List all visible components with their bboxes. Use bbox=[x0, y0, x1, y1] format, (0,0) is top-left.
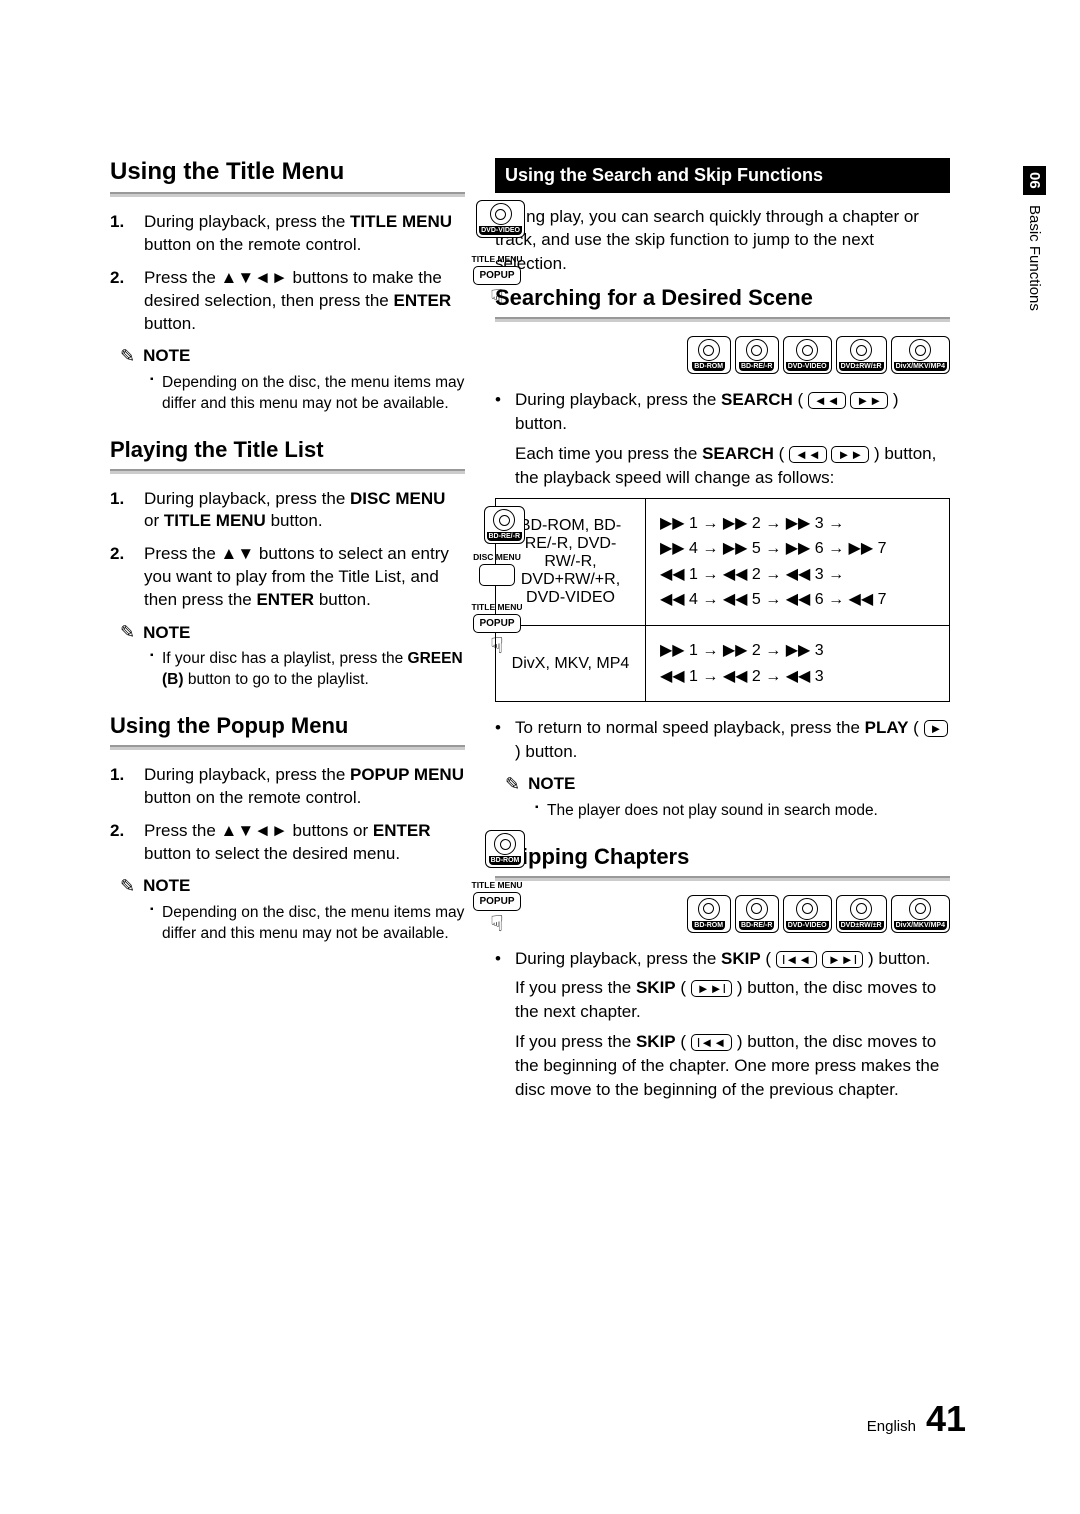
table-row: DivX, MKV, MP4 ▶▶ 1 → ▶▶ 2 → ▶▶ 3 ◀◀ 1 →… bbox=[496, 625, 950, 701]
icon-stack-titlemenu2: TITLE MENU POPUP ☟ bbox=[469, 602, 525, 657]
format-icon: BD-ROM bbox=[687, 895, 731, 933]
note-label: ✎NOTE bbox=[120, 876, 465, 897]
footer-lang: English bbox=[867, 1418, 916, 1435]
steps: 1.During playback, press the DISC MENU o… bbox=[110, 488, 465, 613]
label: TITLE MENU bbox=[472, 254, 523, 264]
disc-icon: BD-ROM bbox=[485, 830, 525, 868]
note-label: ✎NOTE bbox=[505, 774, 950, 795]
section-title-skip: Skipping Chapters bbox=[495, 844, 950, 870]
rule bbox=[495, 317, 950, 322]
icon-stack-dvd: DVD-VIDEO bbox=[476, 200, 525, 238]
rule bbox=[495, 876, 950, 881]
next-icon: ►►I bbox=[822, 951, 863, 968]
notes: If your disc has a playlist, press the G… bbox=[110, 649, 465, 691]
section-bar-search-skip: Using the Search and Skip Functions bbox=[495, 158, 950, 193]
side-tab: 06 Basic Functions bbox=[1023, 166, 1046, 311]
text: If you press the SKIP ( I◄◄ ) button, th… bbox=[515, 1030, 950, 1101]
icon-stack-titlemenu: TITLE MENU POPUP ☟ bbox=[469, 254, 525, 309]
chapter-label: Basic Functions bbox=[1026, 205, 1043, 311]
hand-icon: ☟ bbox=[490, 287, 503, 309]
steps: 1.During playback, press the POPUP MENU … bbox=[110, 764, 465, 866]
notes: Depending on the disc, the menu items ma… bbox=[110, 903, 465, 945]
play-icon: ► bbox=[924, 720, 949, 737]
rule bbox=[110, 745, 465, 750]
label: DISC MENU bbox=[473, 552, 521, 562]
prev-icon: I◄◄ bbox=[776, 951, 817, 968]
text: Each time you press the SEARCH ( ◄◄ ►► )… bbox=[515, 442, 950, 490]
note-item: The player does not play sound in search… bbox=[535, 801, 950, 822]
prev-icon: I◄◄ bbox=[691, 1034, 732, 1051]
cell-seq: ▶▶ 1 → ▶▶ 2 → ▶▶ 3 ◀◀ 1 → ◀◀ 2 → ◀◀ 3 bbox=[646, 625, 950, 701]
next-icon: ►►I bbox=[691, 980, 732, 997]
popup-button-icon: POPUP bbox=[473, 614, 520, 633]
rule bbox=[110, 469, 465, 474]
note-item: Depending on the disc, the menu items ma… bbox=[150, 903, 465, 945]
format-icon: DivX/MKV/MP4 bbox=[891, 895, 950, 933]
footer-page: 41 bbox=[926, 1398, 966, 1440]
bullet: • During playback, press the SKIP ( I◄◄ … bbox=[495, 947, 950, 971]
note-label: ✎NOTE bbox=[120, 622, 465, 643]
left-column: Using the Title Menu DVD-VIDEO TITLE MEN… bbox=[110, 158, 465, 1107]
step-text: Press the ▲▼◄► buttons to make the desir… bbox=[144, 267, 465, 336]
format-icon: BD-RE/-R bbox=[735, 895, 779, 933]
step-text: During playback, press the DISC MENU or … bbox=[144, 488, 465, 534]
bullet: • During playback, press the SEARCH ( ◄◄… bbox=[495, 388, 950, 436]
hand-icon: ☟ bbox=[490, 635, 503, 657]
step-text: During playback, press the POPUP MENU bu… bbox=[144, 764, 465, 810]
page-content: Using the Title Menu DVD-VIDEO TITLE MEN… bbox=[110, 158, 950, 1107]
format-icon: DVD±RW/±R bbox=[836, 895, 887, 933]
section-title-search: Searching for a Desired Scene bbox=[495, 285, 950, 311]
format-icon: DVD±RW/±R bbox=[836, 336, 887, 374]
disc-icon: DVD-VIDEO bbox=[476, 200, 525, 238]
icon-stack-bdre: BD-RE/-R bbox=[484, 506, 526, 544]
note-item: If your disc has a playlist, press the G… bbox=[150, 649, 465, 691]
icon-stack-bdrom: BD-ROM bbox=[485, 830, 525, 868]
text: If you press the SKIP ( ►►I ) button, th… bbox=[515, 976, 950, 1024]
chapter-chip: 06 bbox=[1023, 166, 1046, 195]
icon-stack-titlemenu3: TITLE MENU POPUP ☟ bbox=[469, 880, 525, 935]
rule bbox=[110, 192, 465, 197]
popup-button-icon: POPUP bbox=[473, 892, 520, 911]
label: TITLE MENU bbox=[472, 602, 523, 612]
section-title-title-menu: Using the Title Menu bbox=[110, 158, 465, 186]
popup-button-icon: POPUP bbox=[473, 266, 520, 285]
step-text: Press the ▲▼ buttons to select an entry … bbox=[144, 543, 465, 612]
step-text: During playback, press the TITLE MENU bu… bbox=[144, 211, 465, 257]
note-item: Depending on the disc, the menu items ma… bbox=[150, 373, 465, 415]
hand-icon: ☟ bbox=[490, 913, 503, 935]
section-title-title-list: Playing the Title List bbox=[110, 437, 465, 463]
label: TITLE MENU bbox=[472, 880, 523, 890]
fwd-icon: ►► bbox=[831, 446, 869, 463]
steps: 1.During playback, press the TITLE MENU … bbox=[110, 211, 465, 336]
page-footer: English 41 bbox=[867, 1398, 966, 1440]
format-icon: DVD-VIDEO bbox=[783, 336, 832, 374]
notes: The player does not play sound in search… bbox=[495, 801, 950, 822]
fwd-icon: ►► bbox=[850, 392, 888, 409]
intro-text: During play, you can search quickly thro… bbox=[495, 205, 950, 275]
bullet: • To return to normal speed playback, pr… bbox=[495, 716, 950, 764]
table-row: BD-ROM, BD-RE/-R, DVD-RW/-R, DVD+RW/+R, … bbox=[496, 498, 950, 625]
format-row-search: BD-ROM BD-RE/-R DVD-VIDEO DVD±RW/±R DivX… bbox=[495, 336, 950, 374]
notes: Depending on the disc, the menu items ma… bbox=[110, 373, 465, 415]
format-icon: DVD-VIDEO bbox=[783, 895, 832, 933]
disc-icon: BD-RE/-R bbox=[484, 506, 526, 544]
format-icon: BD-RE/-R bbox=[735, 336, 779, 374]
pencil-icon: ✎ bbox=[120, 876, 135, 897]
right-column: Using the Search and Skip Functions Duri… bbox=[495, 158, 950, 1107]
pencil-icon: ✎ bbox=[120, 346, 135, 367]
step-text: Press the ▲▼◄► buttons or ENTER button t… bbox=[144, 820, 465, 866]
icon-stack-discmenu: DISC MENU bbox=[469, 552, 525, 586]
format-icon: DivX/MKV/MP4 bbox=[891, 336, 950, 374]
rew-icon: ◄◄ bbox=[789, 446, 827, 463]
format-icon: BD-ROM bbox=[687, 336, 731, 374]
button-icon bbox=[479, 564, 515, 586]
rew-icon: ◄◄ bbox=[808, 392, 846, 409]
format-row-skip: BD-ROM BD-RE/-R DVD-VIDEO DVD±RW/±R DivX… bbox=[495, 895, 950, 933]
section-title-popup-menu: Using the Popup Menu bbox=[110, 713, 465, 739]
pencil-icon: ✎ bbox=[505, 774, 520, 795]
cell-seq: ▶▶ 1 → ▶▶ 2 → ▶▶ 3 → ▶▶ 4 → ▶▶ 5 → ▶▶ 6 … bbox=[646, 498, 950, 625]
speed-table: BD-ROM, BD-RE/-R, DVD-RW/-R, DVD+RW/+R, … bbox=[495, 498, 950, 703]
note-label: ✎NOTE bbox=[120, 346, 465, 367]
pencil-icon: ✎ bbox=[120, 622, 135, 643]
